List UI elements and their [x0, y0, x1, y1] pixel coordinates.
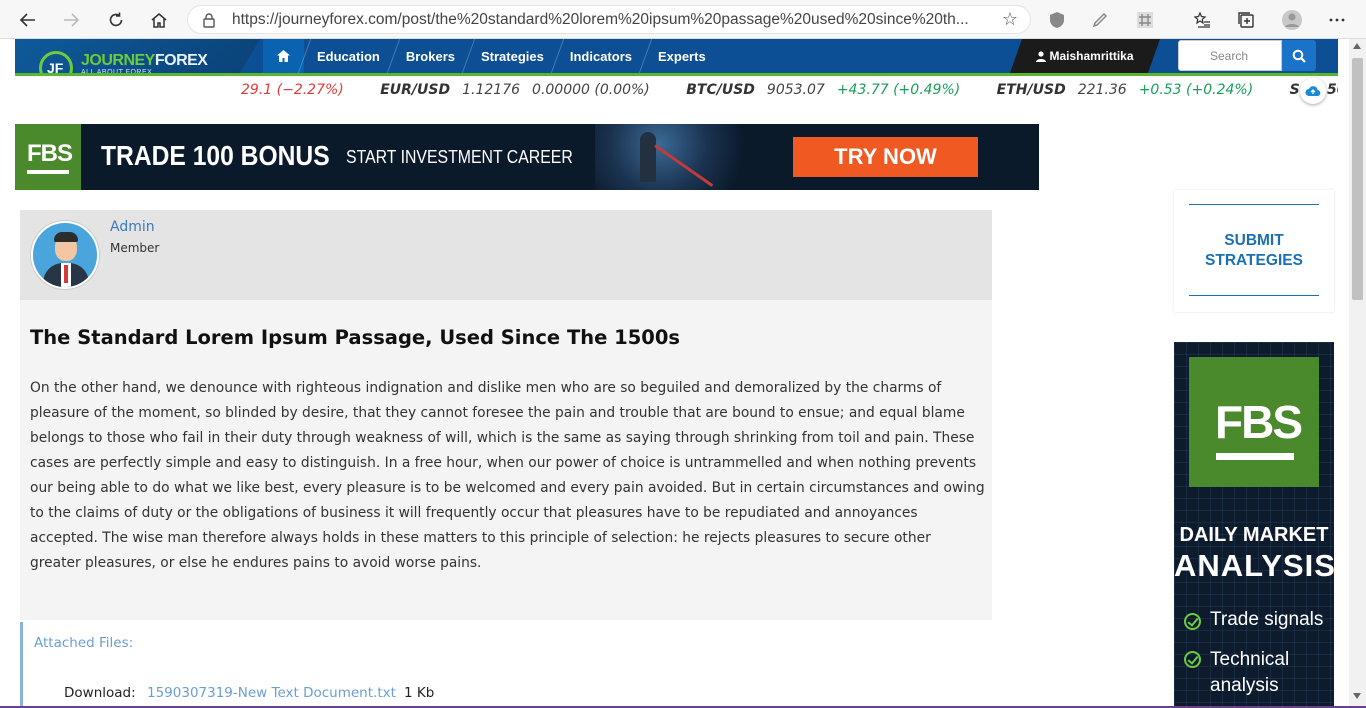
download-file-link[interactable]: 1590307319-New Text Document.txt [147, 685, 396, 701]
ticker-price: 221.36 [1077, 82, 1127, 98]
attached-files-label: Attached Files: [34, 635, 134, 651]
post-title: The Standard Lorem Ipsum Passage, Used S… [30, 326, 681, 349]
menu-home[interactable] [263, 39, 304, 73]
check-circle-icon [1184, 613, 1201, 630]
divider [1189, 204, 1319, 205]
ticker-item[interactable]: 29.1 (−2.27%) [241, 82, 344, 98]
sidebar-fbs-logo: FBS [1189, 357, 1319, 487]
price-ticker: 29.1 (−2.27%) EUR/USD 1.12176 0.00000 (0.0… [15, 73, 1338, 99]
refresh-icon[interactable] [102, 6, 130, 34]
cloud-upload-icon[interactable] [1300, 78, 1326, 104]
home-menu-icon [277, 50, 290, 62]
fbs-sidebar-ad[interactable]: FBS DAILY MARKET ANALYSIS Trade signals … [1174, 342, 1334, 708]
submit-label-line2: STRATEGIES [1205, 252, 1303, 269]
ad-daily-market: DAILY MARKET [1179, 524, 1329, 546]
ticker-price: 1.12176 [462, 82, 521, 98]
ticker-change: +0.53 (+0.24%) [1138, 82, 1254, 98]
forward-icon[interactable] [57, 6, 85, 34]
check-circle-icon [1184, 651, 1201, 668]
menu-strategies[interactable]: Strategies [468, 39, 557, 73]
fbs-banner-ad[interactable]: FBS TRADE 100 BONUS START INVESTMENT CAR… [15, 124, 1039, 190]
file-size: 1 Kb [404, 685, 435, 701]
banner-subtitle: START INVESTMENT CAREER [346, 147, 573, 167]
favorite-star-icon[interactable]: ☆ [1002, 9, 1018, 30]
ticker-symbol: BTC/USD [686, 82, 755, 98]
lock-icon[interactable] [202, 12, 216, 32]
ticker-change: 0.00000 (0.00%) [532, 82, 650, 98]
ticker-change: 29.1 (−2.27%) [241, 82, 344, 98]
ticker-item[interactable]: EUR/USD 1.12176 0.00000 (0.00%) [380, 82, 650, 98]
hash-extension-icon[interactable] [1133, 8, 1157, 32]
search-icon [1292, 49, 1306, 63]
submit-strategies-button[interactable]: SUBMIT STRATEGIES [1174, 190, 1334, 312]
url-text[interactable]: https://journeyforex.com/post/the%20stan… [232, 11, 982, 29]
profile-avatar-icon[interactable] [1280, 8, 1304, 32]
back-icon[interactable] [14, 6, 42, 34]
browser-toolbar: https://journeyforex.com/post/the%20stan… [0, 0, 1366, 39]
author-name-link[interactable]: Admin [110, 219, 155, 235]
logo-text-forex: FOREX [154, 52, 208, 69]
divider [1189, 295, 1319, 296]
more-options-icon[interactable] [1325, 8, 1349, 32]
menu-indicators[interactable]: Indicators [557, 39, 645, 73]
user-account-link[interactable]: Maishamrittika [1010, 39, 1160, 73]
menu-brokers[interactable]: Brokers [393, 39, 468, 73]
download-label: Download: [64, 685, 136, 701]
ad-feature-line1: Technical [1210, 649, 1290, 670]
ticker-strip: 29.1 (−2.27%) EUR/USD 1.12176 0.00000 (0.0… [241, 82, 1338, 98]
submit-label-line1: SUBMIT [1224, 232, 1284, 249]
main-menu: Education Brokers Strategies Indicators … [263, 39, 719, 73]
scroll-thumb[interactable] [1352, 58, 1363, 300]
scroll-down-arrow-icon[interactable] [1353, 693, 1361, 699]
ticker-symbol: EUR/USD [380, 82, 451, 98]
ad-feature-text: Trade signals [1210, 609, 1324, 630]
author-role: Member [110, 241, 160, 255]
ticker-price: 9053.07 [766, 82, 825, 98]
search-button[interactable] [1282, 40, 1316, 71]
username: Maishamrittika [1049, 49, 1134, 63]
home-icon[interactable] [145, 6, 173, 34]
post-body: On the other hand, we denounce with righ… [30, 380, 985, 571]
shield-icon[interactable] [1045, 8, 1069, 32]
favorites-list-icon[interactable] [1190, 8, 1214, 32]
logo-text-journey: JOURNEY [81, 52, 155, 69]
try-now-button[interactable]: TRY NOW [793, 137, 978, 177]
post-content: The Standard Lorem Ipsum Passage, Used S… [20, 300, 992, 620]
attachments-panel: Attached Files: Download: 1590307319-New… [20, 622, 992, 708]
menu-education[interactable]: Education [304, 39, 393, 73]
ad-analysis: ANALYSIS [1174, 548, 1334, 583]
ad-feature-trade-signals: Trade signals [1184, 609, 1323, 631]
author-panel: Admin Member [20, 210, 992, 300]
address-bar[interactable]: https://journeyforex.com/post/the%20stan… [187, 5, 1031, 34]
banner-fbs-logo: FBS [15, 124, 81, 190]
ticker-change: +43.77 (+0.49%) [836, 82, 961, 98]
ad-feature-line2: analysis [1210, 675, 1279, 696]
scroll-up-arrow-icon[interactable] [1353, 43, 1361, 49]
pen-extension-icon[interactable] [1088, 8, 1112, 32]
ticker-item[interactable]: BTC/USD 9053.07 +43.77 (+0.49%) [686, 82, 960, 98]
sidebar-logo-text: FBS [1215, 396, 1303, 448]
banner-logo-text: FBS [27, 140, 73, 167]
ticker-symbol: ETH/USD [996, 82, 1066, 98]
collections-icon[interactable] [1234, 8, 1258, 32]
page-scrollbar[interactable] [1349, 39, 1366, 708]
avatar[interactable] [31, 221, 99, 289]
ad-feature-text: Technical analysis [1210, 647, 1289, 699]
banner-title: TRADE 100 BONUS [101, 140, 330, 171]
banner-athlete-image [595, 124, 755, 190]
menu-experts[interactable]: Experts [645, 39, 719, 73]
ad-feature-technical-analysis: Technical analysis [1184, 647, 1289, 699]
ticker-item[interactable]: ETH/USD 221.36 +0.53 (+0.24%) [997, 82, 1254, 98]
logo-text: JOURNEYFOREX [81, 52, 208, 70]
submit-strategies-label: SUBMIT STRATEGIES [1174, 231, 1334, 271]
search-input[interactable]: Search [1178, 40, 1282, 71]
user-icon [1036, 50, 1047, 62]
